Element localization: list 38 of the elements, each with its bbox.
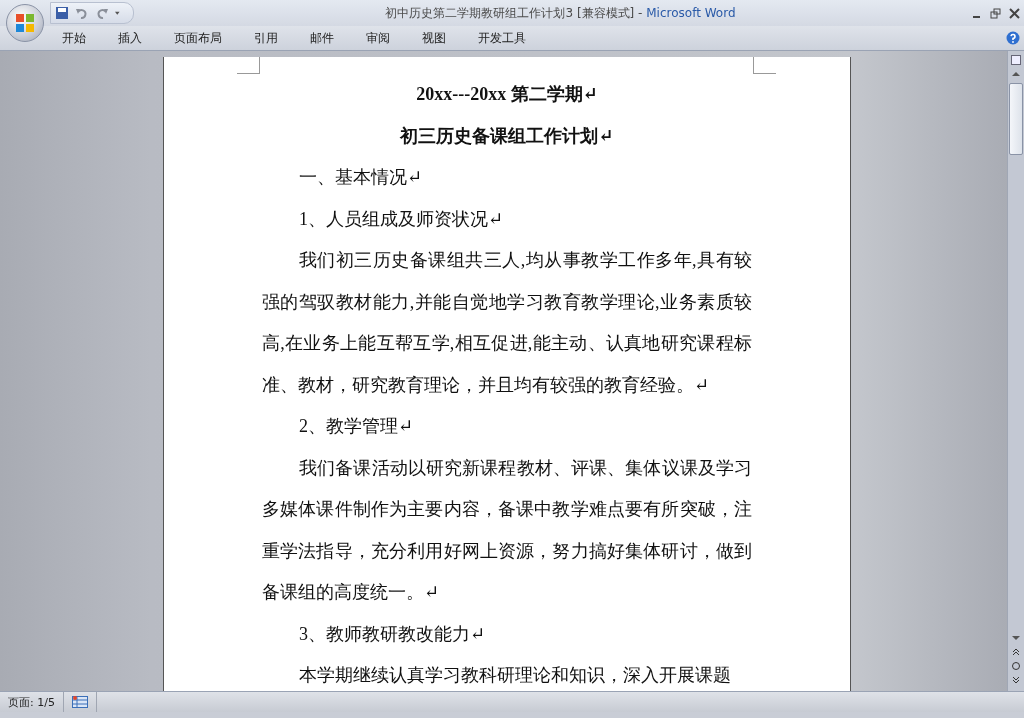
help-icon[interactable] [1006, 31, 1020, 45]
section-heading: 1、人员组成及师资状况↵ [298, 207, 505, 231]
office-button[interactable] [6, 4, 44, 42]
previous-page-icon[interactable] [1011, 647, 1021, 657]
crop-mark [753, 57, 776, 74]
document-title: 初三历史备课组工作计划↵ [399, 124, 615, 148]
vertical-scrollbar[interactable] [1007, 51, 1024, 691]
body-paragraph: 本学期继续认真学习教科研理论和知识，深入开展课题 [298, 664, 732, 687]
ribbon-tab[interactable]: 邮件 [296, 25, 348, 51]
redo-icon[interactable] [95, 6, 109, 20]
ribbon-tab[interactable]: 审阅 [352, 25, 404, 51]
ribbon-tab[interactable]: 引用 [240, 25, 292, 51]
close-icon[interactable] [1009, 7, 1020, 19]
office-logo-icon [15, 13, 35, 33]
scroll-down-icon[interactable] [1011, 633, 1021, 643]
restore-icon[interactable] [990, 7, 1001, 19]
save-icon[interactable] [55, 6, 69, 20]
next-page-icon[interactable] [1011, 675, 1021, 685]
body-paragraph: 我们备课活动以研究新课程教材、评课、集体议课及学习多媒体课件制作为主要内容，备课中教学难点要有所突破，注重学法指导，充分利用好网上资源，努力搞好集体研讨，做到备课组的高度统一。↵ [262, 456, 752, 604]
ribbon-tab[interactable]: 插入 [104, 25, 156, 51]
section-heading: 3、教师教研教改能力↵ [298, 622, 487, 646]
ribbon-tab[interactable]: 开始 [48, 25, 100, 51]
page-count[interactable]: 页面: 1/5 [0, 692, 64, 712]
table-icon[interactable] [71, 696, 88, 708]
ribbon-tab[interactable]: 开发工具 [464, 25, 540, 51]
scroll-up-icon[interactable] [1011, 69, 1021, 79]
ribbon-tab[interactable]: 视图 [408, 25, 460, 51]
browse-object-icon[interactable] [1011, 661, 1021, 671]
scroll-thumb[interactable] [1009, 83, 1023, 155]
section-heading: 一、基本情况↵ [298, 166, 424, 189]
body-paragraph: 我们初三历史备课组共三人,均从事教学工作多年,具有较强的驾驭教材能力,并能自觉地学习教育教学理论,业务素质较高,在业务上能互帮互学,相互促进,能主动、认真地研究课程标准、教材，研究教育理论，并且均有较强的教育经验。↵ [262, 249, 752, 397]
ruler-toggle-icon[interactable] [1011, 55, 1021, 65]
document-title: 20xx---20xx 第二学期↵ [415, 83, 599, 106]
ribbon-tab[interactable]: 页面布局 [160, 25, 236, 51]
section-heading: 2、教学管理↵ [298, 415, 415, 438]
undo-icon[interactable] [75, 6, 89, 20]
crop-mark [237, 57, 260, 74]
window-title: 初中历史第二学期教研组工作计划3 [兼容模式] - Microsoft Word [384, 4, 737, 22]
